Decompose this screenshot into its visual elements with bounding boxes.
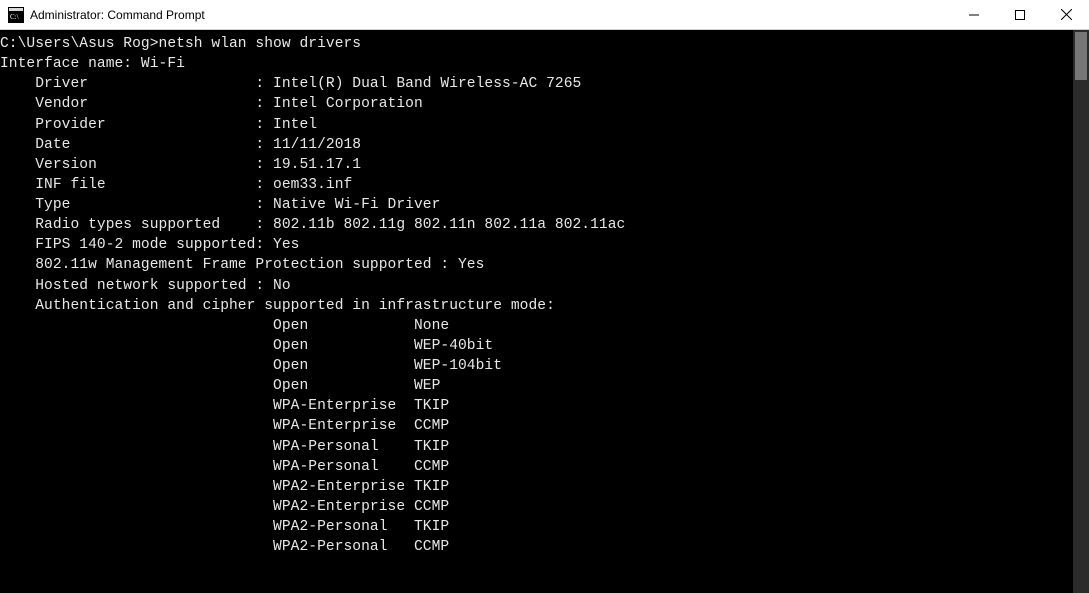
terminal-line: Authentication and cipher supported in i…	[0, 296, 1089, 316]
terminal-line: WPA2-Enterprise TKIP	[0, 477, 1089, 497]
terminal-line: Open None	[0, 316, 1089, 336]
svg-text:C:\: C:\	[10, 13, 19, 21]
close-button[interactable]	[1043, 0, 1089, 29]
terminal-line: FIPS 140-2 mode supported: Yes	[0, 235, 1089, 255]
terminal-line: Date : 11/11/2018	[0, 135, 1089, 155]
terminal-line: Open WEP	[0, 376, 1089, 396]
terminal-line: WPA2-Personal TKIP	[0, 517, 1089, 537]
scrollbar[interactable]	[1073, 30, 1089, 593]
maximize-button[interactable]	[997, 0, 1043, 29]
terminal-line: WPA-Personal TKIP	[0, 437, 1089, 457]
terminal-line: WPA-Enterprise TKIP	[0, 396, 1089, 416]
terminal-line: WPA2-Personal CCMP	[0, 537, 1089, 557]
cmd-icon: C:\	[8, 7, 24, 23]
terminal-line: Vendor : Intel Corporation	[0, 94, 1089, 114]
window-title: Administrator: Command Prompt	[30, 8, 951, 22]
terminal-line: 802.11w Management Frame Protection supp…	[0, 255, 1089, 275]
minimize-button[interactable]	[951, 0, 997, 29]
window-controls	[951, 0, 1089, 29]
terminal-line: INF file : oem33.inf	[0, 175, 1089, 195]
terminal-line: Open WEP-40bit	[0, 336, 1089, 356]
terminal-line: Radio types supported : 802.11b 802.11g …	[0, 215, 1089, 235]
terminal-line: Type : Native Wi-Fi Driver	[0, 195, 1089, 215]
terminal-output: C:\Users\Asus Rog>netsh wlan show driver…	[0, 30, 1089, 561]
terminal-line: C:\Users\Asus Rog>netsh wlan show driver…	[0, 34, 1089, 54]
terminal-line: WPA2-Enterprise CCMP	[0, 497, 1089, 517]
titlebar: C:\ Administrator: Command Prompt	[0, 0, 1089, 30]
scrollbar-thumb[interactable]	[1075, 32, 1087, 80]
terminal-line: Provider : Intel	[0, 115, 1089, 135]
terminal-line: Interface name: Wi-Fi	[0, 54, 1089, 74]
terminal-line: Hosted network supported : No	[0, 276, 1089, 296]
terminal-line: Open WEP-104bit	[0, 356, 1089, 376]
terminal-line: Driver : Intel(R) Dual Band Wireless-AC …	[0, 74, 1089, 94]
terminal-line: WPA-Personal CCMP	[0, 457, 1089, 477]
terminal-line: WPA-Enterprise CCMP	[0, 416, 1089, 436]
terminal-line: Version : 19.51.17.1	[0, 155, 1089, 175]
terminal[interactable]: C:\Users\Asus Rog>netsh wlan show driver…	[0, 30, 1089, 593]
